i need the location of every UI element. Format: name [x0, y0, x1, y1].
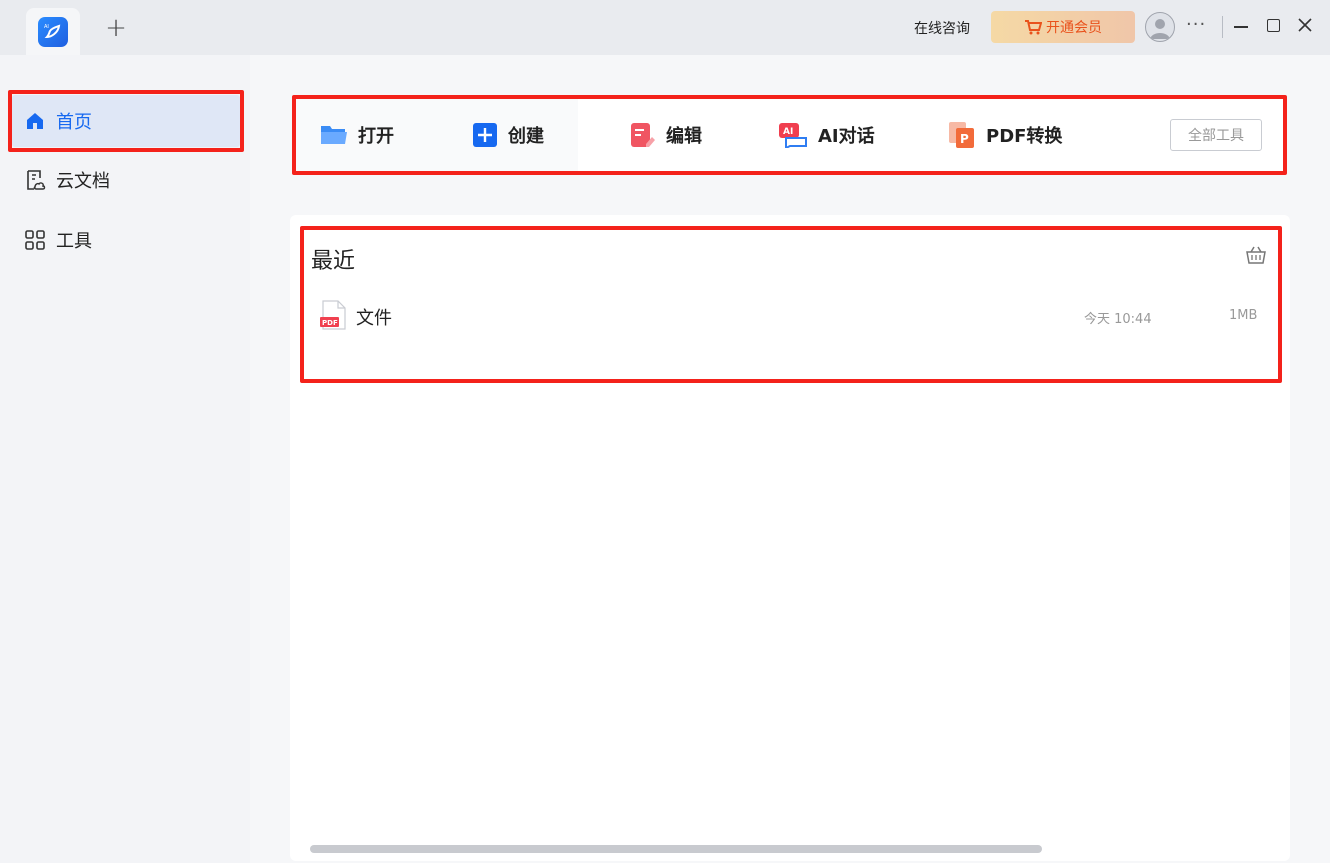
- sidebar-item-label: 工具: [56, 231, 92, 252]
- create-button[interactable]: 创建: [472, 121, 544, 149]
- open-label: 打开: [358, 126, 394, 147]
- edit-label: 编辑: [666, 126, 702, 147]
- all-tools-button[interactable]: 全部工具: [1170, 119, 1262, 151]
- basket-icon[interactable]: [1245, 245, 1267, 265]
- online-consult-link[interactable]: 在线咨询: [914, 18, 970, 38]
- ai-chat-label: AI对话: [818, 126, 875, 147]
- new-tab-button[interactable]: +: [104, 15, 128, 41]
- close-icon[interactable]: [1297, 17, 1313, 33]
- file-name: 文件: [356, 308, 392, 329]
- recent-title: 最近: [311, 249, 356, 274]
- file-type-label: PDF: [322, 319, 338, 327]
- file-time: 今天 10:44: [1084, 312, 1152, 327]
- minimize-button[interactable]: [1234, 26, 1248, 28]
- vip-label: 开通会员: [1046, 20, 1102, 36]
- tools-grid-icon: [25, 230, 45, 250]
- folder-icon: [321, 126, 347, 144]
- sidebar-item-label: 云文档: [56, 171, 110, 192]
- horizontal-scrollbar[interactable]: [310, 845, 1042, 853]
- svg-text:AI: AI: [783, 127, 793, 137]
- divider: [1222, 16, 1223, 38]
- pdf-convert-label: PDF转换: [986, 126, 1063, 147]
- more-menu-button[interactable]: ···: [1186, 14, 1206, 35]
- sidebar-item-tools[interactable]: 工具: [12, 214, 240, 266]
- title-bar: AI + 在线咨询 开通会员 ···: [0, 0, 1330, 55]
- pdf-convert-icon: P: [949, 122, 974, 148]
- vip-button[interactable]: 开通会员: [991, 11, 1135, 43]
- ai-chat-button[interactable]: AI AI对话: [778, 121, 875, 149]
- app-logo-icon: AI: [38, 17, 68, 47]
- pdf-file-icon: PDF: [320, 300, 346, 330]
- edit-doc-icon: [631, 123, 655, 147]
- maximize-button[interactable]: [1267, 19, 1280, 32]
- quick-toolbar: 打开 创建 编辑 AI AI对话 P PDF转换 全部工具: [296, 99, 1283, 171]
- pdf-convert-button[interactable]: P PDF转换: [948, 121, 1062, 149]
- avatar[interactable]: [1145, 12, 1175, 42]
- app-tab[interactable]: AI: [26, 8, 80, 55]
- file-row[interactable]: PDF 文件 今天 10:44 1MB: [318, 298, 1262, 332]
- file-size: 1MB: [1229, 308, 1258, 323]
- sidebar-item-label: 首页: [56, 112, 92, 133]
- cart-icon: [1025, 20, 1042, 35]
- open-button[interactable]: 打开: [320, 121, 394, 149]
- cloud-doc-icon: [27, 170, 46, 190]
- sidebar-item-home[interactable]: 首页: [12, 95, 240, 147]
- edit-button[interactable]: 编辑: [630, 121, 702, 149]
- ai-chat-icon: AI: [779, 123, 807, 148]
- plus-square-icon: [473, 123, 497, 147]
- home-icon: [27, 113, 43, 129]
- create-label: 创建: [508, 126, 544, 147]
- sidebar-item-cloud-docs[interactable]: 云文档: [12, 154, 240, 206]
- svg-text:P: P: [960, 132, 969, 146]
- svg-text:AI: AI: [44, 24, 49, 30]
